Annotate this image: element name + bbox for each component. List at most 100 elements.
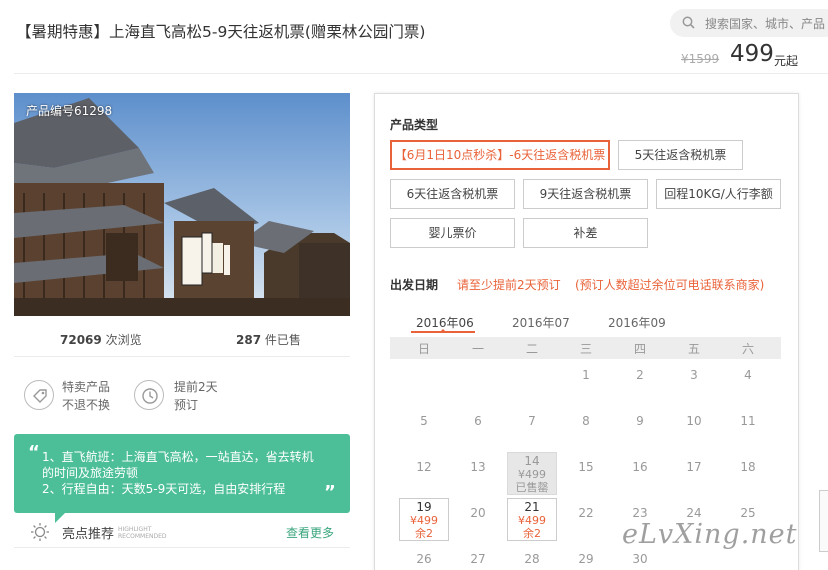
side-scroll-tab[interactable]: [819, 490, 828, 552]
views-stat: 72069 次浏览: [60, 331, 142, 348]
day-number: 19: [416, 500, 432, 514]
calendar-day: 25: [740, 506, 756, 520]
option-flash-sale[interactable]: 【6月1日10点秒杀】-6天往返含税机票: [390, 140, 610, 170]
product-photo[interactable]: [14, 93, 350, 316]
calendar-day: 2: [636, 368, 644, 382]
date-note-contact: (预订人数超过余位可电话联系商家): [575, 278, 765, 292]
open-quote-icon: “: [28, 442, 40, 463]
highlight-box-pointer: [55, 513, 65, 523]
sold-count: 287: [236, 333, 262, 347]
product-number: 产品编号61298: [26, 104, 113, 118]
view-more-link[interactable]: 查看更多: [286, 524, 334, 541]
calendar-day: 3: [690, 368, 698, 382]
weekday-label: 四: [633, 342, 646, 356]
calendar-day: 13: [470, 460, 486, 474]
calendar-day: 24: [686, 506, 702, 520]
feature-advance-line1: 提前2天: [174, 380, 218, 394]
option-6day[interactable]: 6天往返含税机票: [390, 179, 515, 209]
active-month-caret-icon: [439, 329, 447, 333]
calendar-day: 8: [582, 414, 590, 428]
product-type-label: 产品类型: [390, 118, 439, 132]
calendar-day: 20: [470, 506, 486, 520]
calendar-day-sold-out: 14 ¥499 已售罄: [507, 452, 557, 495]
calendar-day: 12: [416, 460, 432, 474]
calendar-day: 30: [632, 552, 648, 566]
views-count: 72069: [60, 333, 102, 347]
header-divider: [14, 73, 828, 74]
calendar-day: 28: [524, 552, 540, 566]
close-quote-icon: ”: [324, 482, 336, 503]
views-label: 次浏览: [105, 333, 142, 347]
day-number: 14: [524, 454, 540, 468]
search-placeholder: 搜索国家、城市、产品: [705, 17, 826, 31]
calendar-day: 5: [420, 414, 428, 428]
calendar-day: 10: [686, 414, 702, 428]
calendar-day: 1: [582, 368, 590, 382]
stats-divider: [14, 356, 350, 357]
feature-sale-line1: 特卖产品: [62, 380, 111, 394]
day-availability: 已售罄: [515, 481, 549, 494]
weekday-label: 一: [471, 342, 484, 356]
option-9day[interactable]: 9天往返含税机票: [523, 179, 648, 209]
calendar-day: 11: [740, 414, 756, 428]
calendar-day: 15: [578, 460, 594, 474]
weekday-label: 三: [579, 342, 592, 356]
feature-sale: 特卖产品 不退不换: [62, 378, 110, 414]
search-input[interactable]: 搜索国家、城市、产品: [670, 9, 828, 37]
calendar-day-available[interactable]: 21 ¥499 余2: [507, 498, 557, 541]
clock-icon: [134, 380, 164, 410]
calendar-day: 9: [636, 414, 644, 428]
weekday-label: 日: [417, 342, 430, 356]
option-infant[interactable]: 婴儿票价: [390, 218, 515, 248]
date-note-advance: 请至少提前2天预订: [457, 278, 561, 292]
highlight-box: “ 1、直飞航班：上海直飞高松，一站直达，省去转机 的时间及旅途劳顿 2、行程自…: [14, 434, 350, 513]
option-5day[interactable]: 5天往返含税机票: [618, 140, 743, 170]
day-price: ¥499: [410, 514, 438, 527]
watermark: eLvXing.net: [622, 519, 798, 550]
left-bottom-divider: [14, 547, 350, 548]
search-icon: [682, 16, 695, 29]
highlight-line-2: 的时间及旅途劳顿: [42, 466, 139, 480]
calendar-day: 26: [416, 552, 432, 566]
calendar-day: 29: [578, 552, 594, 566]
day-availability: 余2: [415, 527, 433, 540]
day-availability: 余2: [523, 527, 541, 540]
highlight-line-3: 2、行程自由：天数5-9天可选，自由安排行程: [42, 482, 286, 496]
sold-stat: 287 件已售: [236, 331, 301, 348]
calendar-day: 27: [470, 552, 486, 566]
calendar-day: 4: [744, 368, 752, 382]
highlight-label: 亮点推荐: [62, 527, 115, 542]
feature-advance: 提前2天 预订: [174, 378, 218, 414]
calendar-day-available[interactable]: 19 ¥499 余2: [399, 498, 449, 541]
option-supplement[interactable]: 补差: [523, 218, 648, 248]
lightbulb-icon: [30, 522, 50, 542]
highlight-label-en-1: HIGHLIGHT: [118, 526, 152, 533]
day-price: ¥499: [518, 514, 546, 527]
sold-label: 件已售: [264, 333, 301, 347]
calendar-day: 22: [578, 506, 594, 520]
day-price: ¥499: [518, 468, 546, 481]
calendar-day: 16: [632, 460, 648, 474]
original-price: ¥1599: [681, 52, 720, 66]
calendar-day: 7: [528, 414, 536, 428]
departure-date-label: 出发日期: [390, 278, 439, 292]
tag-icon: [24, 380, 54, 410]
current-price: 499: [730, 41, 774, 67]
price-unit: 元起: [774, 54, 799, 68]
weekday-label: 二: [525, 342, 538, 356]
product-title: 【暑期特惠】上海直飞高松5-9天往返机票(赠栗林公园门票): [16, 23, 426, 41]
calendar-day: 23: [632, 506, 648, 520]
weekday-label: 六: [741, 342, 754, 356]
weekday-label: 五: [687, 342, 700, 356]
feature-advance-line2: 预订: [174, 398, 199, 412]
highlight-label-en: HIGHLIGHT RECOMMENDED: [118, 526, 167, 540]
calendar-day: 6: [474, 414, 482, 428]
month-tab-2016-07[interactable]: 2016年07: [512, 314, 570, 331]
option-baggage[interactable]: 回程10KG/人行李额: [656, 179, 781, 209]
calendar-day: 18: [740, 460, 756, 474]
month-tab-2016-09[interactable]: 2016年09: [608, 314, 666, 331]
highlight-line-1: 1、直飞航班：上海直飞高松，一站直达，省去转机: [42, 450, 314, 464]
calendar-day: 17: [686, 460, 702, 474]
day-number: 21: [524, 500, 540, 514]
highlight-label-en-2: RECOMMENDED: [118, 533, 167, 540]
